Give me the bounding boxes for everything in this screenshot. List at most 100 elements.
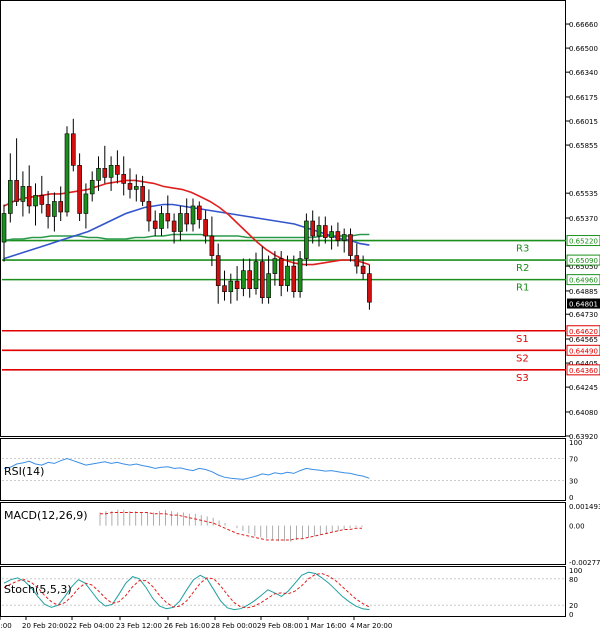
price-tick-label: 0.66340	[569, 69, 598, 77]
rsi-tick-label: 0	[569, 494, 573, 502]
candle-body	[45, 204, 51, 217]
rsi-panel-frame	[0, 438, 566, 501]
rsi-tick-label: 70	[569, 456, 578, 464]
candle-body	[14, 180, 19, 202]
time-tick-label: 2:00	[0, 622, 12, 630]
trading-chart: R3 R2 R1 S1 S2 S3 0.66660 0.66500 0.66340 0.6617…	[0, 0, 600, 630]
macd-tick-label: 0.00	[569, 523, 585, 531]
candle-body	[259, 261, 265, 298]
level-name-r3: R3	[516, 244, 529, 255]
candle-body	[285, 265, 290, 286]
candle-body	[316, 225, 322, 237]
candle-body	[197, 205, 202, 220]
candle-body	[310, 220, 316, 237]
stoch-tick-label: 80	[569, 576, 578, 584]
candle-body	[115, 165, 120, 175]
candle-body	[272, 258, 278, 274]
macd-tick-label: -0.002775	[569, 559, 600, 567]
stoch-tick-label: 100	[569, 567, 582, 575]
candle-body	[322, 225, 328, 238]
price-tick-label: 0.64565	[569, 336, 598, 344]
candle-body	[228, 280, 234, 292]
macd-title: MACD(12,26,9)	[4, 509, 88, 522]
level-price-label: 0.65220	[569, 238, 598, 246]
price-tick-label: 0.65535	[569, 190, 598, 198]
candle-body	[171, 220, 177, 232]
candle-body	[52, 201, 57, 217]
candle-body	[96, 168, 101, 181]
macd-tick-label: 0.001493	[569, 503, 600, 511]
rsi-tick-label: 30	[569, 478, 578, 486]
candle-body	[165, 213, 171, 222]
level-name-r1: R1	[516, 283, 529, 294]
candle-body	[203, 219, 208, 237]
price-tick-label: 0.64245	[569, 384, 598, 392]
candle-body	[184, 213, 189, 225]
level-name-s3: S3	[516, 373, 529, 384]
candle-body	[83, 193, 89, 214]
level-price-label: 0.64960	[569, 277, 598, 285]
candle-body	[354, 255, 360, 267]
candle-body	[178, 213, 183, 232]
candle-body	[20, 186, 26, 202]
price-tick-label: 0.64730	[569, 311, 598, 319]
stoch-tick-label: 20	[569, 602, 578, 610]
candle-body	[278, 258, 284, 286]
stoch-panel-frame	[0, 566, 566, 617]
price-tick-label: 0.66660	[569, 21, 598, 29]
time-tick-label: 20 Feb 20:00	[22, 622, 68, 630]
candle-body	[33, 195, 38, 207]
time-tick-label: 22 Feb 04:00	[68, 622, 114, 630]
candle-body	[360, 265, 366, 274]
candle-body	[152, 220, 158, 229]
candle-body	[367, 273, 372, 303]
candle-body	[266, 273, 271, 298]
level-price-label: 0.64620	[569, 328, 598, 336]
candle-body	[329, 231, 334, 238]
candle-body	[253, 261, 259, 289]
level-price-label: 0.65090	[569, 257, 598, 265]
candle-body	[146, 201, 152, 222]
candle-body	[121, 174, 126, 184]
candle-body	[190, 205, 196, 225]
current-price-label: 0.64801	[569, 301, 598, 309]
level-name-s2: S2	[516, 353, 529, 364]
candle-body	[234, 280, 240, 289]
candle-body	[39, 195, 45, 205]
candle-body	[209, 235, 215, 256]
level-name-r2: R2	[516, 263, 529, 274]
chart-root: R3 R2 R1 S1 S2 S3 0.66660 0.66500 0.66340 0.6617…	[0, 0, 600, 634]
candle-body	[241, 270, 246, 289]
candle-body	[77, 165, 82, 214]
time-tick-label: 29 Feb 08:00	[257, 622, 303, 630]
price-tick-label: 0.64885	[569, 288, 598, 296]
candle-body	[335, 231, 341, 241]
candle-body	[1, 213, 7, 243]
price-tick-label: 0.65370	[569, 215, 598, 223]
candle-body	[8, 180, 13, 214]
candle-body	[222, 285, 227, 292]
candle-body	[348, 234, 353, 256]
candle-body	[134, 186, 139, 190]
price-tick-label: 0.66015	[569, 118, 598, 126]
stoch-title: Stoch(5,5,3)	[4, 583, 72, 596]
candle-body	[127, 183, 133, 190]
price-tick-label: 0.66500	[569, 45, 598, 53]
candle-body	[71, 133, 76, 166]
candle-body	[64, 133, 70, 213]
time-tick-label: 26 Feb 16:00	[164, 622, 210, 630]
candle-body	[58, 201, 64, 213]
rsi-title: RSI(14)	[4, 465, 44, 478]
level-price-label: 0.64360	[569, 367, 598, 375]
time-tick-label: 1 Mar 16:00	[304, 622, 346, 630]
time-tick-label: 23 Feb 12:00	[116, 622, 162, 630]
candle-body	[159, 213, 164, 229]
time-tick-label: 4 Mar 20:00	[350, 622, 392, 630]
rsi-tick-label: 100	[569, 439, 582, 447]
candle-body	[140, 186, 145, 202]
candle-body	[215, 255, 221, 286]
candle-body	[291, 265, 297, 292]
candle-body	[341, 234, 347, 241]
price-tick-label: 0.66175	[569, 94, 598, 102]
candle-body	[247, 270, 252, 289]
